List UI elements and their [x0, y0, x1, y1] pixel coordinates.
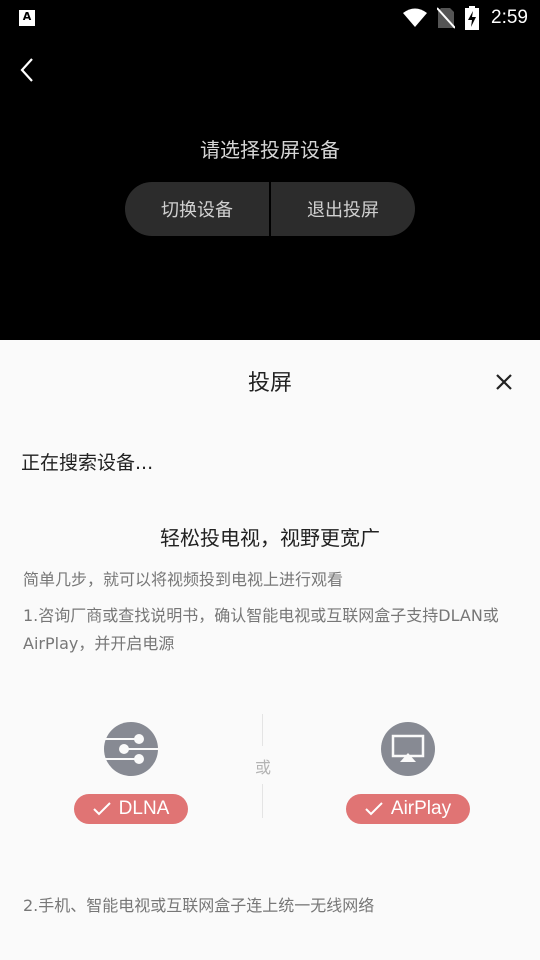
airplay-label: AirPlay: [390, 798, 452, 819]
or-text: 或: [254, 758, 271, 777]
cast-prompt-title: 请选择投屏设备: [200, 138, 340, 162]
airplay-icon: [381, 722, 435, 776]
no-sim-icon: [437, 7, 456, 29]
separator-line: [262, 784, 263, 818]
player-area: 请选择投屏设备 切换设备 退出投屏: [0, 36, 540, 340]
dlna-share-icon: [104, 722, 158, 776]
close-icon: [496, 374, 512, 390]
cast-button-group: 切换设备 退出投屏: [125, 182, 415, 236]
back-button[interactable]: [14, 56, 42, 84]
close-button[interactable]: [492, 370, 516, 394]
sheet-title: 投屏: [247, 371, 292, 396]
dlna-badge[interactable]: DLNA: [74, 794, 188, 824]
help-step-1: 1.咨询厂商或查找说明书，确认智能电视或互联网盒子支持DLAN或AirPlay，…: [23, 606, 499, 653]
notification-app-icon: A: [19, 10, 35, 26]
status-icons: 2:59: [403, 4, 528, 32]
airplay-badge[interactable]: AirPlay: [346, 794, 470, 824]
help-subline: 简单几步，就可以将视频投到电视上进行观看: [23, 570, 344, 589]
searching-status: 正在搜索设备...: [21, 452, 154, 474]
help-headline: 轻松投电视，视野更宽广: [160, 526, 380, 550]
protocol-airplay: AirPlay: [346, 722, 470, 824]
switch-device-button[interactable]: 切换设备: [125, 182, 269, 236]
status-bar: A 2:59: [0, 0, 540, 36]
exit-cast-button[interactable]: 退出投屏: [271, 182, 415, 236]
dlna-label: DLNA: [118, 798, 170, 819]
check-icon: [92, 802, 111, 816]
or-separator: 或: [250, 714, 276, 818]
battery-charging-icon: [465, 6, 480, 30]
cast-sheet: 投屏 正在搜索设备... 轻松投电视，视野更宽广 简单几步，就可以将视频投到电视…: [0, 340, 540, 960]
check-icon: [365, 802, 383, 816]
chevron-left-icon: [20, 58, 33, 82]
separator-line: [262, 714, 263, 746]
status-time: 2:59: [491, 7, 528, 28]
help-step-2: 2.手机、智能电视或互联网盒子连上统一无线网络: [23, 896, 375, 915]
protocol-dlna: DLNA: [74, 722, 188, 824]
wifi-icon: [403, 8, 428, 27]
